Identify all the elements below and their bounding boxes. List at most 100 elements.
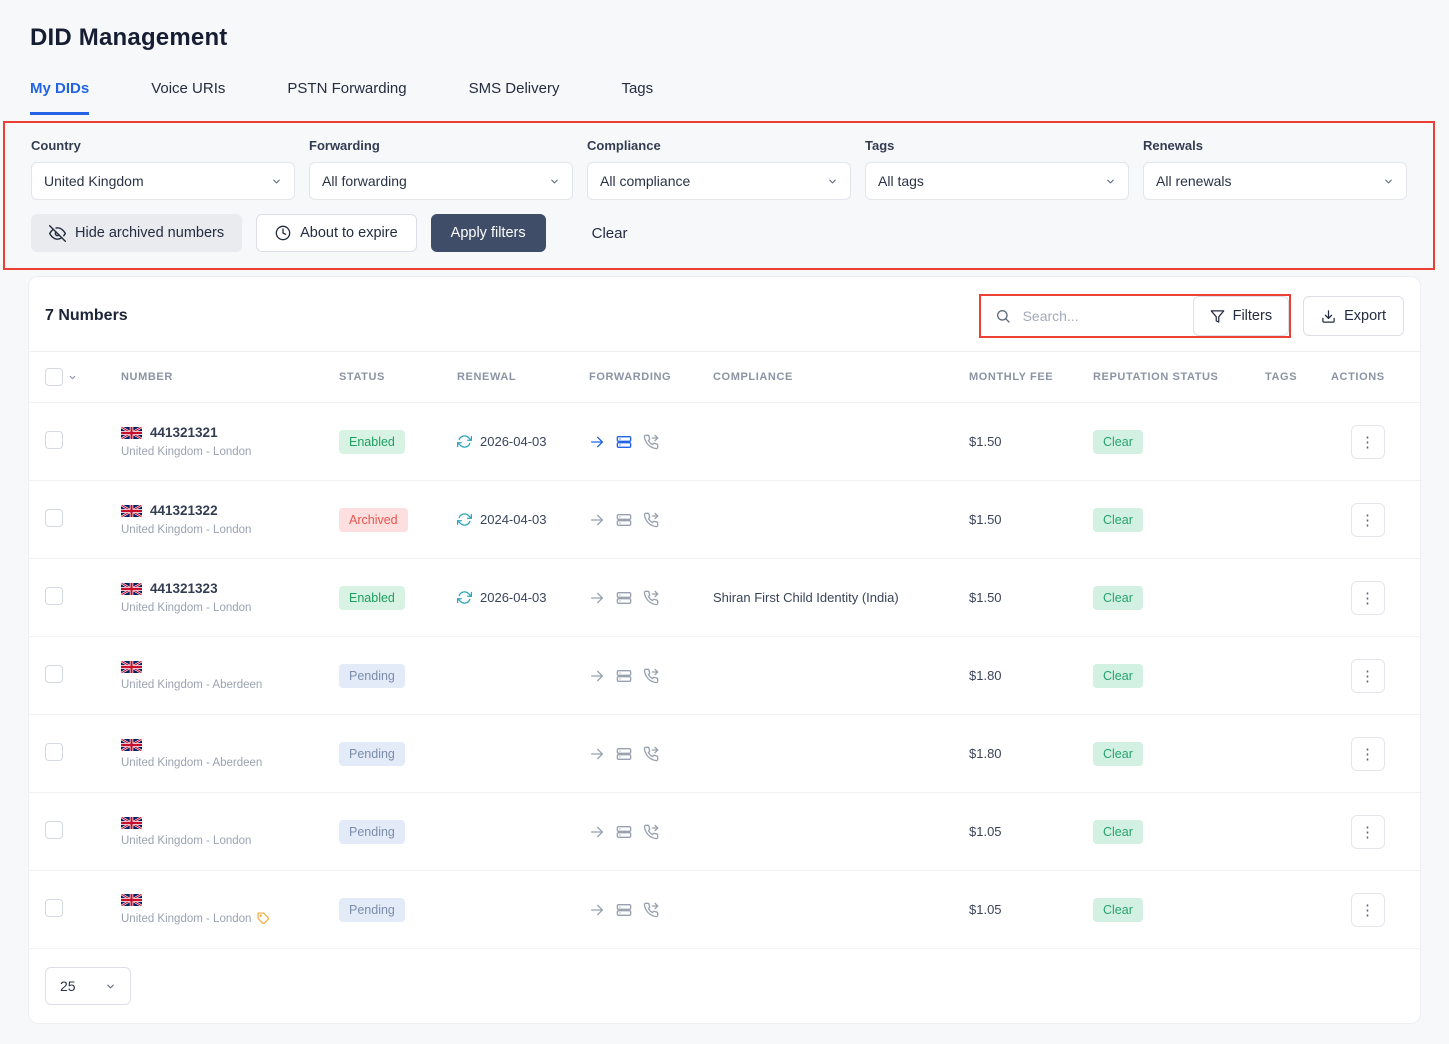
filter-label-forwarding: Forwarding <box>309 138 380 153</box>
monthly-fee: $1.05 <box>969 824 1002 839</box>
sip-trunk-icon <box>616 590 632 606</box>
renewals-select[interactable]: All renewals <box>1143 162 1407 200</box>
header-compliance: COMPLIANCE <box>713 371 793 383</box>
filter-field-tags: Tags All tags <box>865 138 1129 200</box>
row-checkbox[interactable] <box>45 509 63 527</box>
filters-button-label: Filters <box>1232 308 1273 324</box>
sip-trunk-icon <box>616 668 632 684</box>
row-checkbox[interactable] <box>45 743 63 761</box>
tab-sms-delivery[interactable]: SMS Delivery <box>469 80 560 115</box>
row-actions-button[interactable]: ⋮ <box>1350 580 1385 615</box>
filter-field-renewals: Renewals All renewals <box>1143 138 1407 200</box>
numbers-card: 7 Numbers Filters Export <box>28 276 1421 1024</box>
sip-trunk-icon <box>616 746 632 762</box>
tab-voice-uris[interactable]: Voice URIs <box>151 80 225 115</box>
row-actions-button[interactable]: ⋮ <box>1350 892 1385 927</box>
clear-filters-link[interactable]: Clear <box>586 224 634 243</box>
monthly-fee: $1.80 <box>969 668 1002 683</box>
refresh-icon <box>457 434 472 449</box>
header-renewal: RENEWAL <box>457 371 517 383</box>
hide-archived-button[interactable]: Hide archived numbers <box>31 214 243 252</box>
chevron-down-icon <box>271 176 282 187</box>
renewal-date: 2026-04-03 <box>480 590 547 605</box>
tab-tags[interactable]: Tags <box>621 80 653 115</box>
row-actions-button[interactable]: ⋮ <box>1350 658 1385 693</box>
did-number: 441321322 <box>150 503 218 518</box>
did-number: 441321321 <box>150 425 218 440</box>
forwarding-select-value: All forwarding <box>322 173 407 189</box>
tab-pstn-forwarding[interactable]: PSTN Forwarding <box>287 80 406 115</box>
export-button[interactable]: Export <box>1303 296 1404 336</box>
reputation-badge: Clear <box>1093 741 1143 766</box>
arrow-right-icon <box>589 824 605 840</box>
compliance-select[interactable]: All compliance <box>587 162 851 200</box>
row-actions-button[interactable]: ⋮ <box>1350 736 1385 771</box>
did-location: United Kingdom - Aberdeen <box>121 756 263 769</box>
page-size-select[interactable]: 25 <box>45 967 131 1005</box>
clock-icon <box>275 225 291 241</box>
chevron-down-icon <box>827 176 838 187</box>
filter-section: Country United Kingdom Forwarding All fo… <box>5 123 1433 268</box>
did-location: United Kingdom - London <box>121 602 252 614</box>
country-select[interactable]: United Kingdom <box>31 162 295 200</box>
filter-field-forwarding: Forwarding All forwarding <box>309 138 573 200</box>
tags-select-value: All tags <box>878 173 924 189</box>
header-tags: TAGS <box>1265 371 1298 383</box>
reputation-badge: Clear <box>1093 819 1143 844</box>
row-checkbox[interactable] <box>45 821 63 839</box>
filter-label-country: Country <box>31 138 81 153</box>
uk-flag-icon <box>121 426 142 439</box>
uk-flag-icon <box>121 660 142 673</box>
chevron-down-icon[interactable] <box>68 373 77 382</box>
about-to-expire-button[interactable]: About to expire <box>256 214 417 252</box>
header-actions: ACTIONS <box>1331 371 1385 383</box>
annotation-filter-region: Country United Kingdom Forwarding All fo… <box>3 121 1435 270</box>
arrow-right-icon <box>589 902 605 918</box>
filter-label-compliance: Compliance <box>587 138 661 153</box>
monthly-fee: $1.50 <box>969 590 1002 605</box>
row-actions-button[interactable]: ⋮ <box>1350 814 1385 849</box>
tags-select[interactable]: All tags <box>865 162 1129 200</box>
arrow-right-icon <box>589 434 605 450</box>
row-checkbox[interactable] <box>45 431 63 449</box>
table-header: NUMBER STATUS RENEWAL FORWARDING COMPLIA… <box>29 351 1420 403</box>
status-badge: Enabled <box>339 585 405 610</box>
row-checkbox[interactable] <box>45 587 63 605</box>
arrow-right-icon <box>589 590 605 606</box>
sip-trunk-icon <box>616 512 632 528</box>
select-all-checkbox[interactable] <box>45 368 63 386</box>
header-fee: MONTHLY FEE <box>969 371 1054 383</box>
tab-bar: My DIDs Voice URIs PSTN Forwarding SMS D… <box>0 80 1449 115</box>
row-actions-button[interactable]: ⋮ <box>1350 424 1385 459</box>
did-location: United Kingdom - London <box>121 912 252 925</box>
chevron-down-icon <box>1383 176 1394 187</box>
uk-flag-icon <box>121 738 142 751</box>
status-badge: Enabled <box>339 429 405 454</box>
filters-button[interactable]: Filters <box>1192 296 1290 336</box>
reputation-badge: Clear <box>1093 585 1143 610</box>
uk-flag-icon <box>121 582 142 595</box>
header-forwarding: FORWARDING <box>589 371 672 383</box>
row-actions-button[interactable]: ⋮ <box>1350 502 1385 537</box>
compliance-select-value: All compliance <box>600 173 691 189</box>
sip-trunk-icon <box>616 902 632 918</box>
chevron-down-icon <box>105 981 116 992</box>
row-checkbox[interactable] <box>45 665 63 683</box>
status-badge: Archived <box>339 507 408 532</box>
header-number: NUMBER <box>121 371 173 383</box>
tab-my-dids[interactable]: My DIDs <box>30 80 90 115</box>
status-badge: Pending <box>339 741 405 766</box>
row-checkbox[interactable] <box>45 899 63 917</box>
chevron-down-icon <box>1105 176 1116 187</box>
did-location: United Kingdom - London <box>121 524 252 536</box>
phone-forward-icon <box>643 512 659 528</box>
page-title: DID Management <box>30 24 228 51</box>
filter-label-renewals: Renewals <box>1143 138 1203 153</box>
apply-filters-button[interactable]: Apply filters <box>430 214 546 252</box>
page-size-value: 25 <box>60 978 76 994</box>
phone-forward-icon <box>643 434 659 450</box>
table-body: 441321321 United Kingdom - London Enable… <box>29 403 1420 949</box>
search-input[interactable] <box>1020 307 1161 325</box>
forwarding-select[interactable]: All forwarding <box>309 162 573 200</box>
table-row: 441321322 United Kingdom - London Archiv… <box>29 481 1420 559</box>
